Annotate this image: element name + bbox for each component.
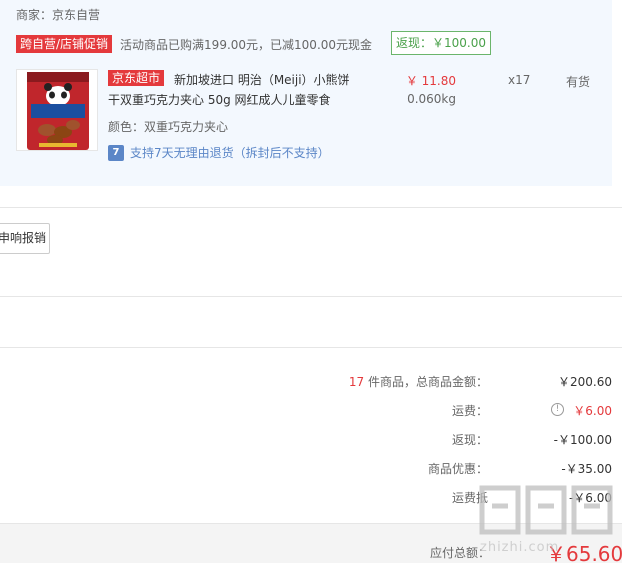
product-color: 颜色：双重巧克力夹心 <box>108 120 229 134</box>
info-icon[interactable]: ! <box>551 403 564 416</box>
product-thumbnail[interactable] <box>16 69 98 151</box>
stock-status: 有货 <box>566 75 591 89</box>
summary-rebate: 返现： -￥100.00 <box>300 431 612 449</box>
watermark-text: zhizhi.com <box>480 540 560 555</box>
summary-count-label: 17 件商品，总商品金额： <box>348 375 488 389</box>
rebate-label: 返现： <box>451 433 488 447</box>
summary-shipping: 运费： ! ￥6.00 <box>300 402 612 420</box>
product-quantity: x17 <box>508 73 531 87</box>
shipping-discount-label: 运费抵 <box>451 491 488 505</box>
discount-label: 商品优惠： <box>427 462 488 476</box>
summary-discount: 商品优惠： -￥35.00 <box>300 460 612 478</box>
return-policy: 7 支持7天无理由退货（拆封后不支持） <box>108 144 330 161</box>
order-block: 商家：京东自营 跨自营/店铺促销 活动商品已购满199.00元，已减100.00… <box>0 0 612 186</box>
product-price: ￥ 11.80 <box>405 74 456 88</box>
divider <box>0 207 622 208</box>
rebate-badge: 返现：￥100.00 <box>391 31 491 55</box>
product-title-line2[interactable]: 干双重巧克力夹心 50g 网红成人儿童零食 <box>108 91 331 108</box>
shipping-value: ￥6.00 <box>573 404 612 418</box>
seven-day-return-icon: 7 <box>108 144 124 161</box>
promo-tag: 跨自营/店铺促销 <box>16 35 113 53</box>
discount-value: -￥35.00 <box>561 462 612 476</box>
return-policy-text: 支持7天无理由退货（拆封后不支持） <box>130 146 330 160</box>
divider <box>0 347 622 348</box>
product-weight: 0.060kg <box>407 92 456 106</box>
summary-total-goods: 17 件商品，总商品金额： ￥200.60 <box>300 373 612 391</box>
merchant-name: 商家：京东自营 <box>16 8 101 22</box>
product-title-line1[interactable]: 新加坡进口 明治（Meiji）小熊饼 <box>174 71 350 88</box>
rebate-value: -￥100.00 <box>553 433 612 447</box>
shipping-discount-value: -￥6.00 <box>568 491 612 505</box>
divider <box>0 296 622 297</box>
promo-row: 跨自营/店铺促销 活动商品已购满199.00元，已减100.00元现金 <box>16 35 372 53</box>
summary-shipping-discount: 运费抵 -￥6.00 <box>300 489 612 507</box>
promo-text: 活动商品已购满199.00元，已减100.00元现金 <box>120 37 373 52</box>
item-count: 17 <box>348 375 365 389</box>
summary-goods-value: ￥200.60 <box>558 375 612 389</box>
shipping-label: 运费： <box>451 404 488 418</box>
jd-supermarket-tag: 京东超市 <box>108 70 165 86</box>
product-image-icon <box>27 72 89 150</box>
reimburse-button[interactable]: 申响报销 <box>0 223 50 254</box>
